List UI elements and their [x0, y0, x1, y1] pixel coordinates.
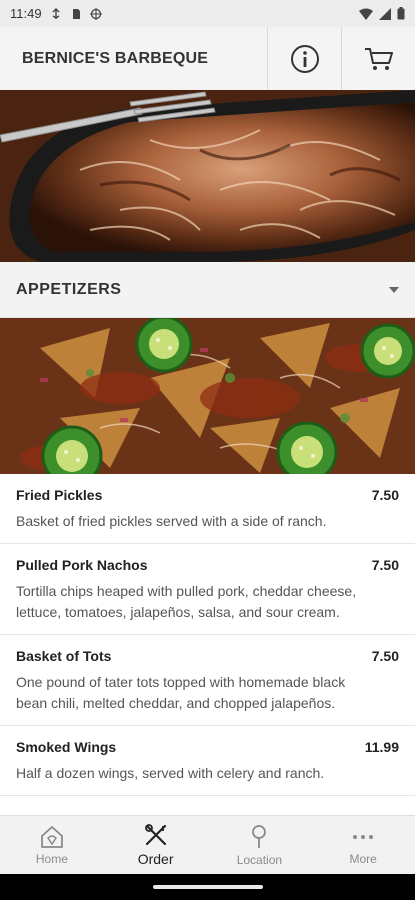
- nav-label: Location: [236, 852, 283, 867]
- item-description: Tortilla chips heaped with pulled pork, …: [16, 583, 357, 620]
- app-header: BERNICE'S BARBEQUE: [0, 27, 415, 90]
- menu-item-smoked-wings[interactable]: Smoked Wings 11.99 Half a dozen wings, s…: [0, 726, 415, 796]
- item-name: Basket of Tots: [16, 648, 112, 664]
- menu-list: Fried Pickles 7.50 Basket of fried pickl…: [0, 474, 415, 815]
- item-header: Pulled Pork Nachos 7.50: [16, 557, 399, 573]
- cart-button[interactable]: [341, 27, 415, 90]
- item-price: 7.50: [371, 648, 399, 664]
- signal-icon: [379, 7, 391, 20]
- item-description: One pound of tater tots topped with home…: [16, 674, 346, 711]
- utensils-icon: [144, 823, 166, 845]
- status-bar: 11:49: [0, 0, 415, 27]
- nav-label: More: [349, 851, 377, 866]
- nav-item-order[interactable]: Order: [104, 816, 208, 874]
- usb-icon: [52, 7, 60, 19]
- system-nav-bar: [0, 874, 415, 900]
- cart-icon: [364, 47, 393, 70]
- item-name: Pulled Pork Nachos: [16, 557, 148, 573]
- nachos-image: [0, 318, 415, 474]
- pulled-pork-image: [0, 90, 415, 262]
- item-name: Smoked Wings: [16, 739, 117, 755]
- location-pin-icon: [252, 824, 267, 848]
- sd-card-icon: [72, 8, 80, 19]
- nav-label: Home: [35, 851, 68, 866]
- item-description: Basket of fried pickles served with a si…: [16, 513, 327, 529]
- wifi-icon: [359, 8, 373, 20]
- item-description: Half a dozen wings, served with celery a…: [16, 765, 325, 781]
- bottom-nav: Home Order Location More: [0, 815, 415, 874]
- item-price: 7.50: [371, 487, 399, 503]
- chevron-down-icon: [389, 286, 399, 293]
- category-title: APPETIZERS: [16, 280, 122, 298]
- gps-icon: [89, 7, 102, 20]
- status-time: 11:49: [10, 6, 42, 21]
- menu-item-basket-of-tots[interactable]: Basket of Tots 7.50 One pound of tater t…: [0, 635, 415, 726]
- menu-item-fried-pickles[interactable]: Fried Pickles 7.50 Basket of fried pickl…: [0, 474, 415, 544]
- battery-icon: [397, 7, 405, 20]
- item-price: 11.99: [364, 739, 399, 755]
- info-button[interactable]: [267, 27, 341, 90]
- hero-image: [0, 90, 415, 262]
- item-price: 7.50: [371, 557, 399, 573]
- item-header: Basket of Tots 7.50: [16, 648, 399, 664]
- more-dots-icon: [353, 834, 374, 839]
- menu-item-pulled-pork-nachos[interactable]: Pulled Pork Nachos 7.50 Tortilla chips h…: [0, 544, 415, 635]
- nav-item-location[interactable]: Location: [208, 816, 312, 874]
- item-name: Fried Pickles: [16, 487, 103, 503]
- item-header: Smoked Wings 11.99: [16, 739, 399, 755]
- nav-item-home[interactable]: Home: [0, 816, 104, 874]
- nav-item-more[interactable]: More: [311, 816, 415, 874]
- home-icon: [40, 825, 63, 848]
- info-icon: [290, 44, 319, 73]
- nav-label: Order: [137, 850, 174, 867]
- category-image: [0, 318, 415, 474]
- item-header: Fried Pickles 7.50: [16, 487, 399, 503]
- home-gesture-bar[interactable]: [152, 885, 263, 889]
- app-title: BERNICE'S BARBEQUE: [22, 49, 209, 67]
- category-dropdown[interactable]: APPETIZERS: [0, 262, 415, 318]
- status-right: [359, 7, 405, 20]
- status-left: 11:49: [10, 6, 102, 21]
